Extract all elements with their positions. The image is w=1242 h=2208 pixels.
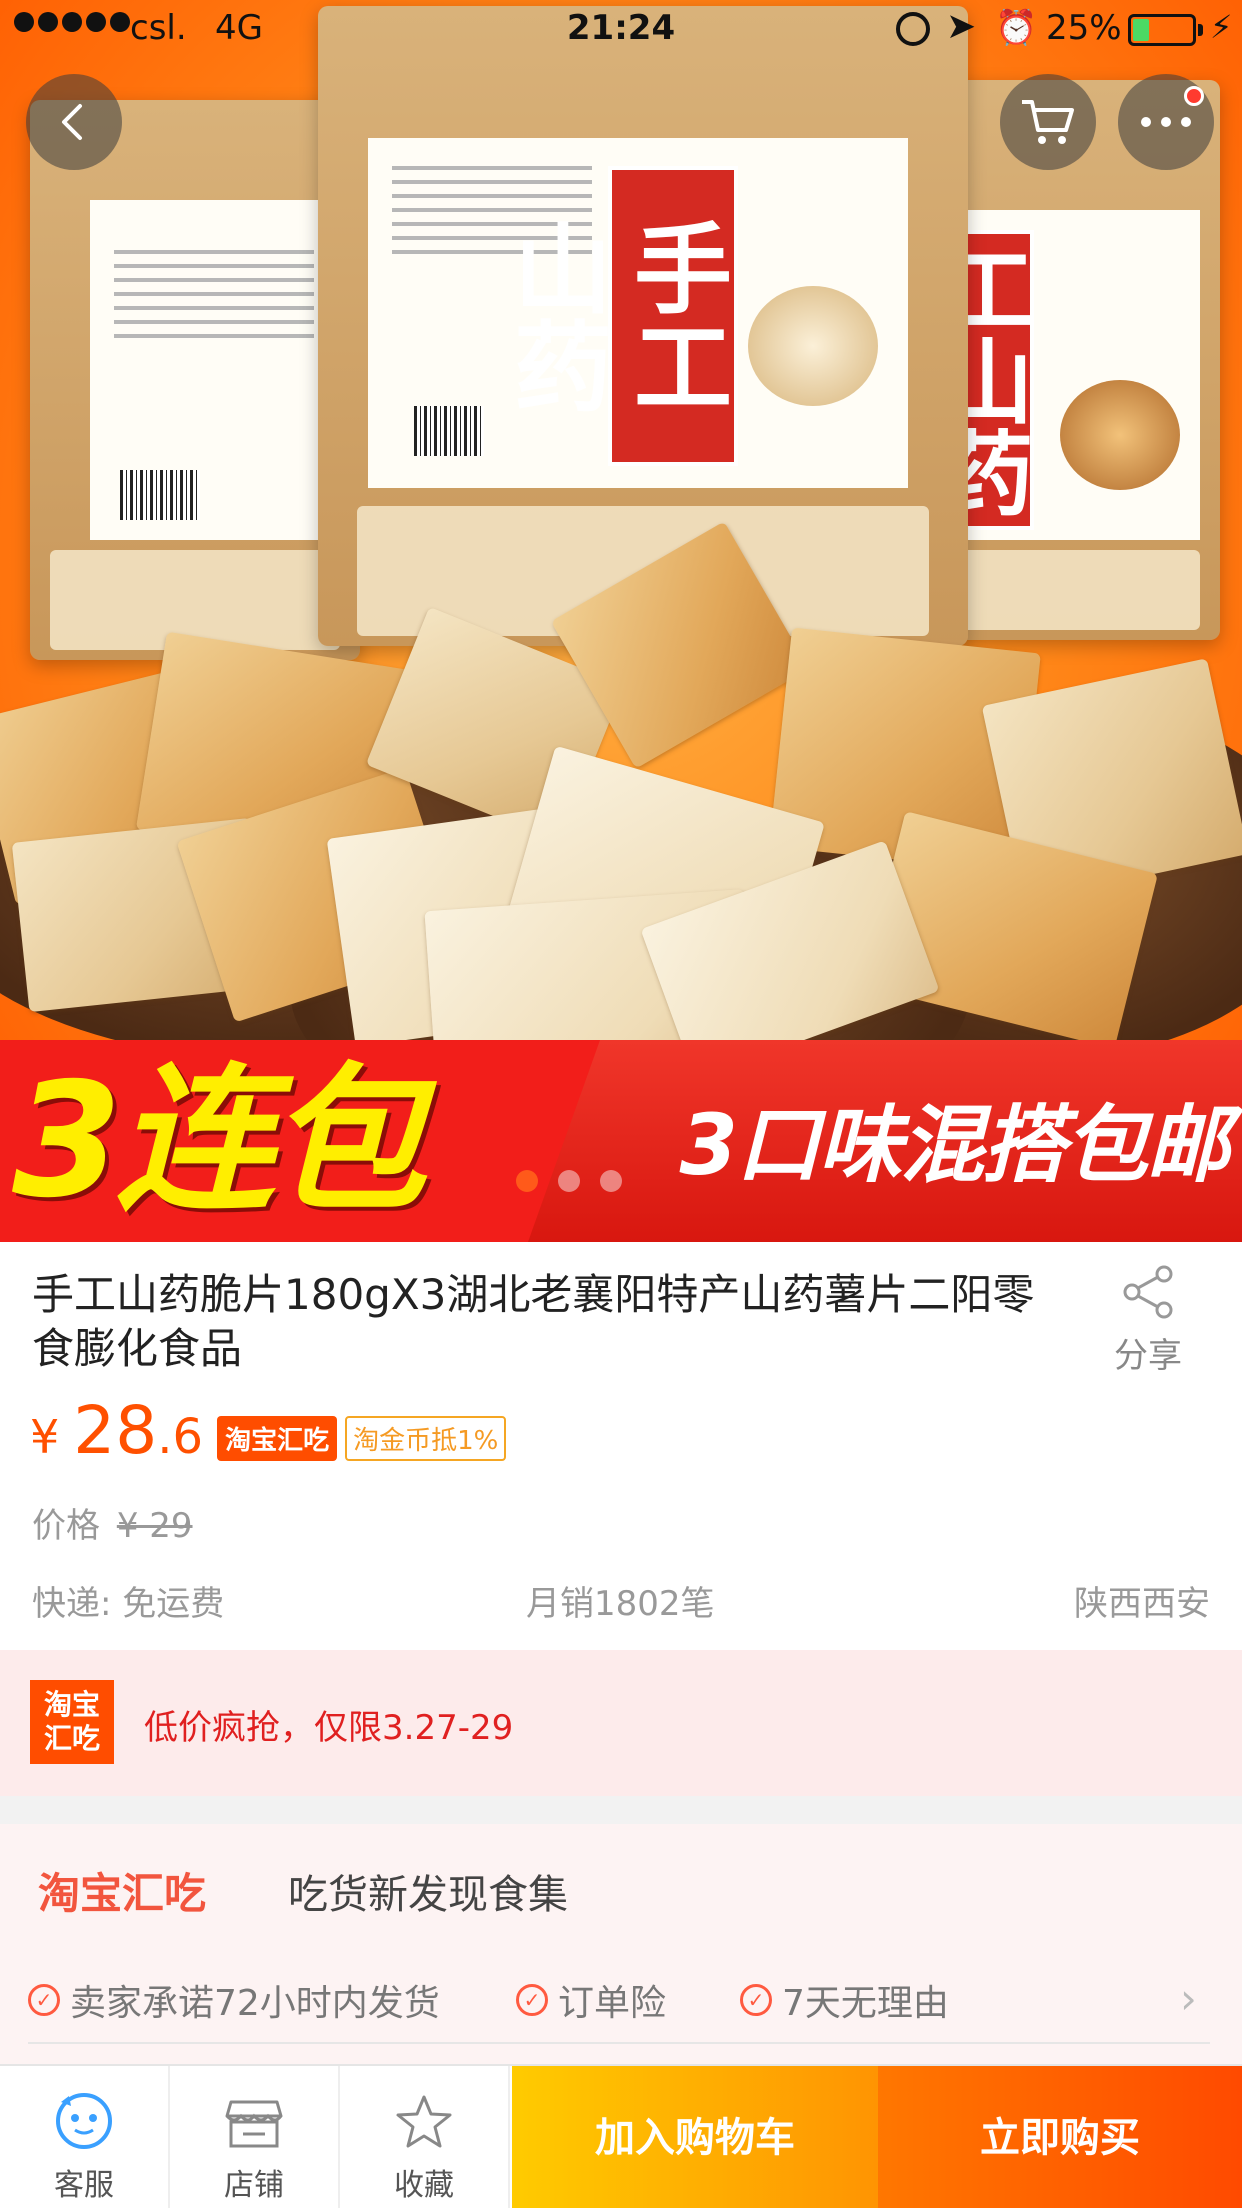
channel-section[interactable]: 淘宝汇吃 吃货新发现食集 ✓ 卖家承诺72小时内发货 ✓ 订单险 ✓ 7天无理由… — [0, 1824, 1242, 2064]
product-meta-row: 快递: 免运费 月销1802笔 陕西西安 — [32, 1576, 1210, 1625]
shipping-info: 快递: 免运费 — [32, 1584, 225, 1624]
star-icon — [396, 2095, 452, 2148]
monthly-sales: 月销1802笔 — [526, 1584, 715, 1624]
shop-icon — [225, 2100, 283, 2148]
original-price: 价格 ¥ 29 — [32, 1498, 193, 1547]
section-divider — [0, 1796, 1242, 1824]
carousel-dot[interactable] — [558, 1170, 580, 1192]
channel-slogan: 吃货新发现食集 — [288, 1872, 568, 1918]
cart-button[interactable] — [1000, 74, 1096, 170]
rotation-lock-icon — [896, 12, 930, 46]
shop-label: 店铺 — [224, 2168, 284, 2203]
chevron-left-icon — [62, 104, 82, 140]
guarantee-label: 订单险 — [558, 1983, 667, 2024]
promo-text: 低价疯抢，仅限3.27-29 — [144, 1708, 514, 1748]
original-price-value: ¥ 29 — [116, 1506, 193, 1546]
customer-service-button[interactable]: 客服 — [0, 2066, 170, 2208]
more-button[interactable] — [1118, 74, 1214, 170]
status-bar: csl. 4G 21:24 ➤ ⏰ 25% ⚡ — [0, 0, 1242, 60]
guarantee-item: ✓ 卖家承诺72小时内发货 — [28, 1974, 440, 2026]
battery-tip — [1198, 24, 1203, 36]
charging-icon: ⚡ — [1210, 8, 1233, 46]
guarantee-item: ✓ 7天无理由 — [740, 1974, 949, 2026]
check-circle-icon: ✓ — [28, 1984, 60, 2016]
chat-icon — [56, 2093, 112, 2149]
add-to-cart-button[interactable]: 加入购物车 — [512, 2066, 878, 2208]
location-icon: ➤ — [946, 6, 977, 47]
currency-symbol: ¥ — [30, 1410, 60, 1464]
favorite-label: 收藏 — [394, 2168, 454, 2203]
price-integer: 28 — [73, 1392, 158, 1469]
cart-icon — [1022, 100, 1074, 144]
original-price-label: 价格 — [32, 1506, 100, 1546]
shop-button[interactable]: 店铺 — [170, 2066, 340, 2208]
buy-now-button[interactable]: 立即购买 — [878, 2066, 1242, 2208]
channel-tag: 淘宝汇吃 — [217, 1415, 338, 1461]
promo-bar[interactable]: 淘宝 汇吃 低价疯抢，仅限3.27-29 — [0, 1650, 1242, 1796]
coin-discount-tag: 淘金币抵1% — [345, 1415, 507, 1461]
carousel-dot[interactable] — [600, 1170, 622, 1192]
promo-banner-slogan: 3口味混搭包邮 — [679, 1096, 1230, 1194]
customer-service-label: 客服 — [54, 2168, 114, 2203]
channel-logo-line1: 淘宝 — [43, 1688, 100, 1721]
promo-banner-pack-count: 3连包 — [12, 1049, 426, 1233]
chevron-right-icon[interactable]: › — [1180, 1974, 1197, 2023]
guarantee-label: 7天无理由 — [782, 1983, 949, 2024]
share-icon — [1123, 1265, 1173, 1319]
ship-from-location: 陕西西安 — [1074, 1584, 1210, 1624]
share-button[interactable]: 分享 — [1100, 1264, 1196, 1377]
carousel-indicator — [516, 1170, 622, 1192]
guarantee-item: ✓ 订单险 — [516, 1974, 666, 2026]
price-decimal: .6 — [157, 1409, 204, 1465]
check-circle-icon: ✓ — [740, 1984, 772, 2016]
share-label: 分享 — [1114, 1336, 1182, 1376]
product-detail-page: 工山药 手工山药 3连包 3口味混搭包邮 csl. 4G 21:24 ➤ ⏰ 2… — [0, 0, 1242, 2208]
notification-dot — [1184, 86, 1204, 106]
battery-percent: 25% — [1046, 8, 1122, 48]
bottom-action-bar: 客服 店铺 收藏 加入购物车 立即购买 — [0, 2064, 1242, 2208]
battery-icon — [1128, 14, 1196, 46]
product-title: 手工山药脆片180gX3湖北老襄阳特产山药薯片二阳零食膨化食品 — [32, 1270, 1035, 1373]
back-button[interactable] — [26, 74, 122, 170]
channel-brand: 淘宝汇吃 — [38, 1869, 207, 1918]
divider — [28, 2042, 1210, 2044]
product-label-center: 手工山药 — [497, 166, 738, 466]
alarm-icon: ⏰ — [995, 8, 1038, 48]
channel-logo: 淘宝 汇吃 — [30, 1680, 114, 1764]
more-icon — [1141, 117, 1191, 127]
product-image-carousel[interactable]: 工山药 手工山药 3连包 3口味混搭包邮 — [0, 0, 1242, 1242]
favorite-button[interactable]: 收藏 — [340, 2066, 510, 2208]
price-row: ¥ 28 .6 淘宝汇吃 淘金币抵1% — [30, 1392, 507, 1472]
check-circle-icon: ✓ — [516, 1984, 548, 2016]
channel-logo-line2: 汇吃 — [43, 1722, 100, 1755]
product-bag-center: 手工山药 — [318, 6, 968, 646]
carousel-dot[interactable] — [516, 1170, 538, 1192]
product-bag-left — [30, 100, 360, 660]
guarantee-label: 卖家承诺72小时内发货 — [70, 1983, 440, 2024]
